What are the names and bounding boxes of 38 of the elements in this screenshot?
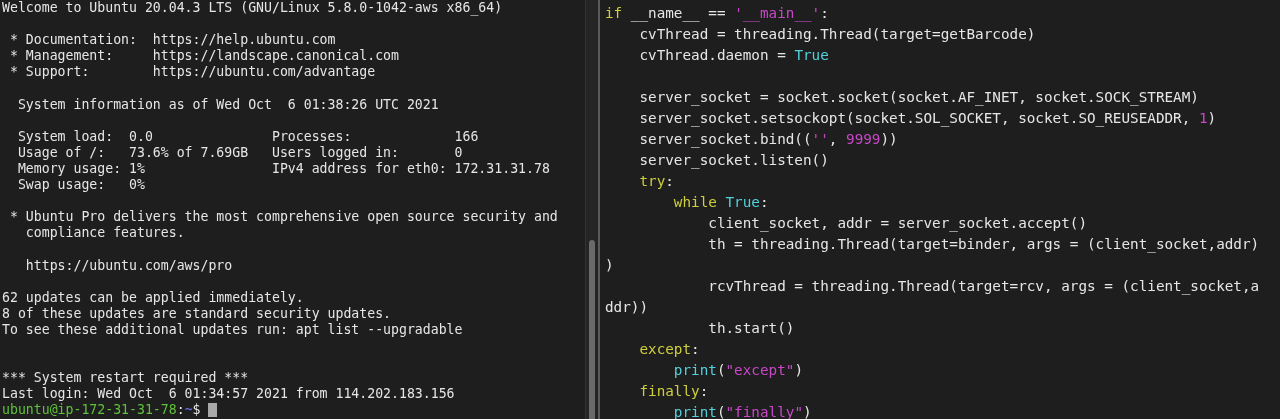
terminal-line: Welcome to Ubuntu 20.04.3 LTS (GNU/Linux 5.8.0-1042-aws x86_64) <box>2 0 503 17</box>
terminal-line: https://ubuntu.com/aws/pro <box>24 257 233 274</box>
terminal-line: *** System restart required *** <box>2 370 249 387</box>
code-line: print("except") <box>672 362 803 378</box>
code-line: if __name__ == '__main__': <box>605 5 829 21</box>
code-line: server_socket.bind(('', 9999)) <box>638 131 898 147</box>
code-line: ddr)) <box>605 299 649 315</box>
code-line: cvThread.daemon = True <box>638 47 829 63</box>
code-line: server_socket.listen() <box>638 152 829 168</box>
terminal-line: Last login: Wed Oct 6 01:34:57 2021 from 114.202.183.156 <box>2 386 455 403</box>
text-cursor <box>208 403 218 418</box>
terminal-line: * Ubuntu Pro delivers the most comprehensive open source security and <box>8 209 558 226</box>
code-line: th.start() <box>707 320 795 336</box>
code-line: server_socket.setsockopt(socket.SOL_SOCKET, socket.SO_REUSEADDR, 1) <box>638 110 1217 126</box>
terminal-line: ubuntu@ip-172-31-31-78:~$ <box>2 402 202 419</box>
terminal-line: Memory usage: 1% IPv4 address for eth0: 172.31.31.78 <box>16 160 550 178</box>
terminal-line: * Documentation: https://help.ubuntu.com <box>8 32 336 49</box>
terminal-line: 8 of these updates are standard security updates. <box>2 305 392 322</box>
scrollbar[interactable] <box>585 0 598 419</box>
code-line: client_socket, addr = server_socket.accept() <box>707 215 1088 231</box>
terminal-line: Usage of /: 73.6% of 7.69GB Users logged in: 0 <box>16 144 463 161</box>
code-line: cvThread = threading.Thread(target=getBarcode) <box>638 26 1036 42</box>
terminal-line: To see these additional updates run: apt list --upgradable <box>2 321 463 338</box>
terminal-line: * Support: https://ubuntu.com/advantage <box>8 64 376 81</box>
terminal-line: compliance features. <box>24 225 185 242</box>
code-line: server_socket = socket.socket(socket.AF_INET, socket.SOCK_STREAM) <box>638 89 1199 105</box>
code-line: th = threading.Thread(target=binder, args = (client_socket,addr) <box>707 236 1260 252</box>
code-line: rcvThread = threading.Thread(target=rcv, args = (client_socket,a <box>707 278 1260 294</box>
code-line: finally: <box>638 383 709 399</box>
code-line: ) <box>605 257 614 273</box>
terminal-line: System information as of Wed Oct 6 01:38:26 UTC 2021 <box>16 96 439 113</box>
terminal-line: System load: 0.0 Processes: 166 <box>16 128 479 145</box>
code-line: while True: <box>672 194 769 210</box>
terminal-line: 62 updates can be applied immediately. <box>2 289 304 306</box>
terminal-line: Swap usage: 0% <box>16 177 145 194</box>
code-line: except: <box>638 341 700 357</box>
terminal-line: * Management: https://landscape.canonical.com <box>8 48 399 65</box>
code-line: try: <box>638 173 674 189</box>
